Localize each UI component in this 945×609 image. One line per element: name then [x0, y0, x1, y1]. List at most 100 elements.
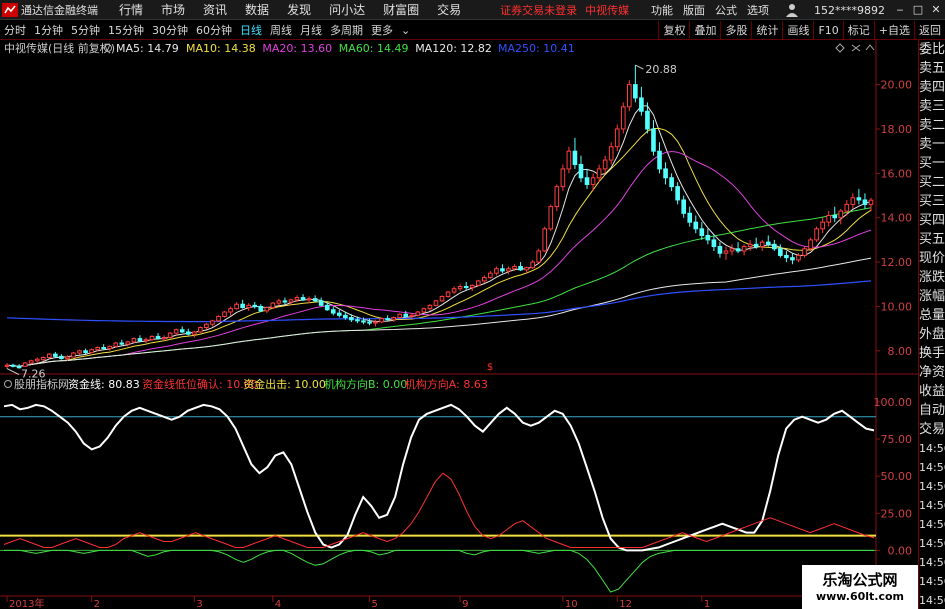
right-panel-item[interactable]: 14:56: [919, 496, 945, 515]
right-panel-item[interactable]: 净资: [919, 363, 945, 382]
minimize-icon[interactable]: ‒: [892, 2, 908, 18]
period-1min[interactable]: 1分钟: [34, 22, 63, 38]
period-5min[interactable]: 5分钟: [71, 22, 100, 38]
right-panel-item[interactable]: 14:56: [919, 439, 945, 458]
menu-item-news[interactable]: 资讯: [203, 1, 227, 18]
app-title: 通达信金融终端: [21, 3, 98, 17]
candle-body: [379, 318, 384, 323]
candle-body: [765, 241, 771, 245]
right-panel-item[interactable]: 卖五: [919, 59, 945, 78]
period-15min[interactable]: 15分钟: [108, 22, 144, 38]
candle-body: [590, 177, 596, 185]
period-timeshare[interactable]: 分时: [4, 22, 26, 38]
more-dropdown-icon[interactable]: ⌄: [401, 24, 410, 37]
menu-item-ask[interactable]: 问小达: [329, 1, 365, 18]
period-60min[interactable]: 60分钟: [196, 22, 232, 38]
menu-item-data[interactable]: 数据: [245, 1, 269, 18]
candle-body: [699, 228, 705, 236]
right-panel-item[interactable]: 买一: [919, 154, 945, 173]
login-warning[interactable]: 证券交易未登录: [500, 2, 577, 18]
right-panel-item[interactable]: 买四: [919, 211, 945, 230]
right-panel-item[interactable]: 14:56: [919, 515, 945, 534]
toolbar-add-favorite[interactable]: +自选: [873, 21, 914, 40]
candle-body: [832, 215, 838, 219]
toolbar-adjust[interactable]: 复权: [658, 21, 689, 40]
period-monthly[interactable]: 月线: [300, 22, 322, 38]
right-panel-item[interactable]: 14:56: [919, 591, 945, 609]
candle-body: [246, 304, 251, 309]
right-panel-item[interactable]: 换手: [919, 344, 945, 363]
right-panel-item[interactable]: 收益: [919, 382, 945, 401]
toolbar-mark[interactable]: 标记: [842, 21, 874, 40]
menu-item-options[interactable]: 选项: [747, 2, 769, 18]
right-panel-item[interactable]: 卖一: [919, 135, 945, 154]
right-panel-item[interactable]: 14:56: [919, 534, 945, 553]
candle-body: [645, 110, 650, 130]
menu-item-trade[interactable]: 交易: [437, 1, 461, 18]
right-panel-item[interactable]: 14:56: [919, 458, 945, 477]
candle-body: [856, 197, 862, 201]
menu-item-formula[interactable]: 公式: [715, 2, 737, 18]
right-panel-item[interactable]: 14:56: [919, 553, 945, 572]
candle-body: [294, 297, 300, 301]
right-panel-item[interactable]: 涨幅: [919, 287, 945, 306]
right-panel-item[interactable]: 交易: [919, 420, 945, 439]
candle-body: [445, 291, 451, 297]
user-id[interactable]: 152****9892: [814, 4, 885, 17]
right-panel-item[interactable]: 14:56: [919, 572, 945, 591]
right-panel-item[interactable]: 卖四: [919, 78, 945, 97]
menu-item-function[interactable]: 功能: [651, 2, 673, 18]
menu-item-market[interactable]: 市场: [161, 1, 185, 18]
chart-area[interactable]: 8.0010.0012.0014.0016.0018.0020.000.0025…: [0, 40, 918, 609]
toolbar-multi-stock[interactable]: 多股: [720, 21, 751, 40]
right-panel-item[interactable]: 总量: [919, 306, 945, 325]
candle-body: [113, 342, 119, 347]
series-line-3: [4, 549, 874, 593]
menu-item-layout[interactable]: 版面: [683, 2, 705, 18]
close-icon[interactable]: ✕: [928, 2, 944, 18]
user-icon[interactable]: [784, 2, 800, 18]
price-tick-label: 10.00: [881, 300, 913, 313]
period-multi[interactable]: 多周期: [330, 22, 363, 38]
toolbar-stats[interactable]: 统计: [751, 21, 782, 40]
candle-body: [759, 241, 765, 248]
toolbar-back[interactable]: 返回: [914, 21, 945, 40]
right-panel-item[interactable]: 买二: [919, 173, 945, 192]
period-30min[interactable]: 30分钟: [152, 22, 188, 38]
period-weekly[interactable]: 周线: [270, 22, 292, 38]
x-axis-label: 9: [462, 599, 468, 609]
x-axis-label: 3: [196, 599, 202, 609]
candle-body: [330, 309, 336, 314]
candle-body: [198, 327, 203, 333]
right-panel-item[interactable]: 卖二: [919, 116, 945, 135]
ma250-line: [6, 280, 872, 323]
candle-body: [868, 199, 874, 205]
right-panel-item[interactable]: 买五: [919, 230, 945, 249]
right-panel-item[interactable]: 自动: [919, 401, 945, 420]
right-panel-item[interactable]: 涨跌: [919, 268, 945, 287]
maximize-icon[interactable]: □: [910, 2, 926, 18]
menu-item-wealth[interactable]: 财富圈: [383, 1, 419, 18]
candle-body: [475, 280, 481, 286]
right-panel-item[interactable]: 现价: [919, 249, 945, 268]
menu-item-quotes[interactable]: 行情: [119, 1, 143, 18]
right-panel-item[interactable]: 买三: [919, 192, 945, 211]
candle-body: [627, 84, 632, 108]
menu-item-discover[interactable]: 发现: [287, 1, 311, 18]
candle-body: [264, 307, 270, 312]
period-daily[interactable]: 日线: [240, 22, 262, 38]
right-panel-item[interactable]: 14:56: [919, 477, 945, 496]
right-panel-item[interactable]: 卖三: [919, 97, 945, 116]
candle-body: [4, 364, 10, 367]
toolbar-overlay[interactable]: 叠加: [689, 21, 720, 40]
candle-body: [469, 284, 475, 289]
period-more[interactable]: 更多: [371, 22, 393, 38]
toolbar-f10[interactable]: F10: [813, 21, 842, 40]
candle-body: [512, 266, 517, 270]
candle-body: [397, 313, 403, 319]
candle-body: [258, 305, 264, 312]
toolbar-draw[interactable]: 画线: [782, 21, 813, 40]
candle-body: [506, 268, 511, 272]
right-panel-item[interactable]: 外盘: [919, 325, 945, 344]
right-panel-item[interactable]: 委比: [919, 40, 945, 59]
